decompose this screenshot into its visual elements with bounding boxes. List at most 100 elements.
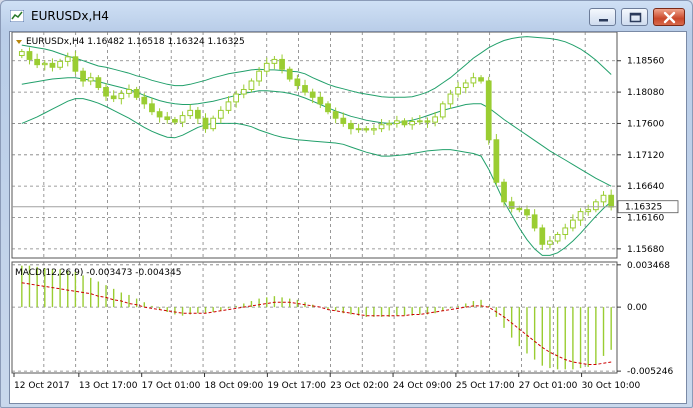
candle-body-down bbox=[401, 120, 408, 126]
time-tick-label: 18 Oct 09:00 bbox=[205, 381, 264, 391]
bollinger-bands bbox=[21, 36, 612, 256]
candle-body-up bbox=[64, 56, 71, 62]
candle bbox=[72, 51, 79, 75]
candle-body-up bbox=[41, 62, 48, 66]
candle-body-down bbox=[156, 111, 163, 118]
candle-body-up bbox=[355, 128, 362, 131]
candle bbox=[439, 101, 446, 120]
candle bbox=[447, 89, 454, 109]
candle bbox=[294, 74, 301, 91]
candle-body-up bbox=[470, 77, 477, 84]
candle bbox=[133, 86, 140, 100]
main-panel-frame bbox=[11, 32, 618, 259]
candle bbox=[386, 120, 393, 131]
band-middle bbox=[21, 77, 612, 187]
time-tick-label: 17 Oct 01:00 bbox=[142, 381, 201, 391]
candle bbox=[485, 76, 492, 145]
price-chart[interactable]: 1.16325 1.18560 1.18080 1.17600 1.17120 1.16… bbox=[10, 32, 686, 403]
candle bbox=[194, 106, 201, 124]
candle-body-up bbox=[210, 117, 217, 130]
candle-body-down bbox=[80, 70, 86, 82]
candle bbox=[570, 214, 576, 232]
close-button[interactable] bbox=[653, 8, 685, 26]
candle bbox=[401, 118, 408, 128]
candle bbox=[547, 236, 553, 249]
candle-body-up bbox=[570, 219, 576, 229]
candle-body-up bbox=[462, 82, 469, 89]
candle bbox=[34, 53, 41, 69]
candle-body-up bbox=[271, 58, 278, 64]
candle-body-down bbox=[302, 85, 308, 93]
time-tick-label: 25 Oct 17:00 bbox=[456, 381, 515, 391]
price-tick-label: 1.17600 bbox=[627, 119, 664, 129]
candle-body-down bbox=[149, 103, 155, 113]
candle-body-up bbox=[416, 120, 423, 123]
candle-body-up bbox=[439, 103, 446, 118]
chart-window: EURUSDx,H4 1.16325 1.18560 1.18080 1.17600… bbox=[0, 0, 693, 408]
current-price-line: 1.16325 bbox=[12, 200, 679, 214]
candle-body-up bbox=[18, 51, 25, 57]
candle-body-down bbox=[26, 51, 33, 60]
candle bbox=[348, 120, 354, 135]
maximize-button[interactable] bbox=[621, 8, 648, 26]
candle-body-up bbox=[378, 124, 385, 130]
candle-body-up bbox=[592, 201, 599, 211]
candle-body-up bbox=[240, 88, 247, 95]
candle bbox=[531, 209, 538, 232]
time-axis: 12 Oct 2017 13 Oct 17:00 17 Oct 01:00 18 Oc… bbox=[13, 373, 641, 391]
candle-body-down bbox=[531, 214, 538, 229]
candle bbox=[233, 90, 240, 108]
candle-body-down bbox=[72, 56, 79, 72]
candle-body-down bbox=[279, 58, 285, 70]
chart-area[interactable]: 1.16325 1.18560 1.18080 1.17600 1.17120 1.16… bbox=[9, 31, 687, 404]
time-tick-label: 30 Oct 10:00 bbox=[582, 381, 641, 391]
candle-body-down bbox=[141, 96, 148, 105]
candle-body-up bbox=[447, 93, 454, 105]
candle-body-down bbox=[95, 77, 102, 89]
candle-body-down bbox=[340, 117, 347, 124]
candle bbox=[95, 75, 102, 91]
candle bbox=[302, 79, 308, 96]
candle bbox=[508, 196, 515, 213]
candle-body-down bbox=[501, 181, 507, 203]
candle-body-down bbox=[194, 109, 201, 119]
candle-body-up bbox=[455, 87, 461, 95]
candle-body-down bbox=[294, 78, 301, 87]
symbol-dropdown-icon bbox=[16, 40, 22, 44]
candle bbox=[126, 84, 132, 98]
candle bbox=[64, 52, 71, 67]
candle-body-down bbox=[49, 62, 56, 68]
candle-body-up bbox=[577, 211, 584, 221]
current-price-label: 1.16325 bbox=[625, 203, 662, 213]
time-tick-label: 12 Oct 2017 bbox=[14, 381, 70, 391]
candle bbox=[286, 66, 293, 82]
price-tick-label: 1.18080 bbox=[627, 88, 664, 98]
candle bbox=[554, 231, 561, 244]
candle-body-up bbox=[585, 209, 592, 213]
price-tick-label: 1.17120 bbox=[627, 151, 664, 161]
chart-header-text: EURUSDx,H4 1.16482 1.16518 1.16324 1.163… bbox=[26, 37, 245, 47]
candle bbox=[41, 59, 48, 71]
candle bbox=[378, 119, 385, 133]
price-tick-label: 1.15680 bbox=[627, 245, 664, 255]
candle-body-up bbox=[126, 88, 132, 94]
candle bbox=[355, 123, 362, 133]
candle bbox=[225, 96, 232, 114]
candle-body-down bbox=[110, 95, 117, 100]
candle-body-down bbox=[524, 209, 530, 216]
macd-signal-line bbox=[21, 282, 612, 365]
candle bbox=[187, 104, 194, 120]
candle bbox=[592, 199, 599, 213]
title-bar[interactable]: EURUSDx,H4 bbox=[1, 1, 692, 31]
candle-body-up bbox=[256, 70, 262, 82]
candle bbox=[325, 101, 331, 115]
candle-body-down bbox=[478, 77, 484, 82]
time-tick-label: 27 Oct 01:00 bbox=[519, 381, 578, 391]
band-lower bbox=[21, 98, 612, 256]
minimize-button[interactable] bbox=[589, 8, 616, 26]
candle-body-down bbox=[325, 103, 331, 113]
candle bbox=[271, 56, 278, 70]
candle-body-up bbox=[57, 60, 63, 68]
candle-body-down bbox=[424, 120, 431, 123]
candle-body-up bbox=[432, 116, 439, 123]
